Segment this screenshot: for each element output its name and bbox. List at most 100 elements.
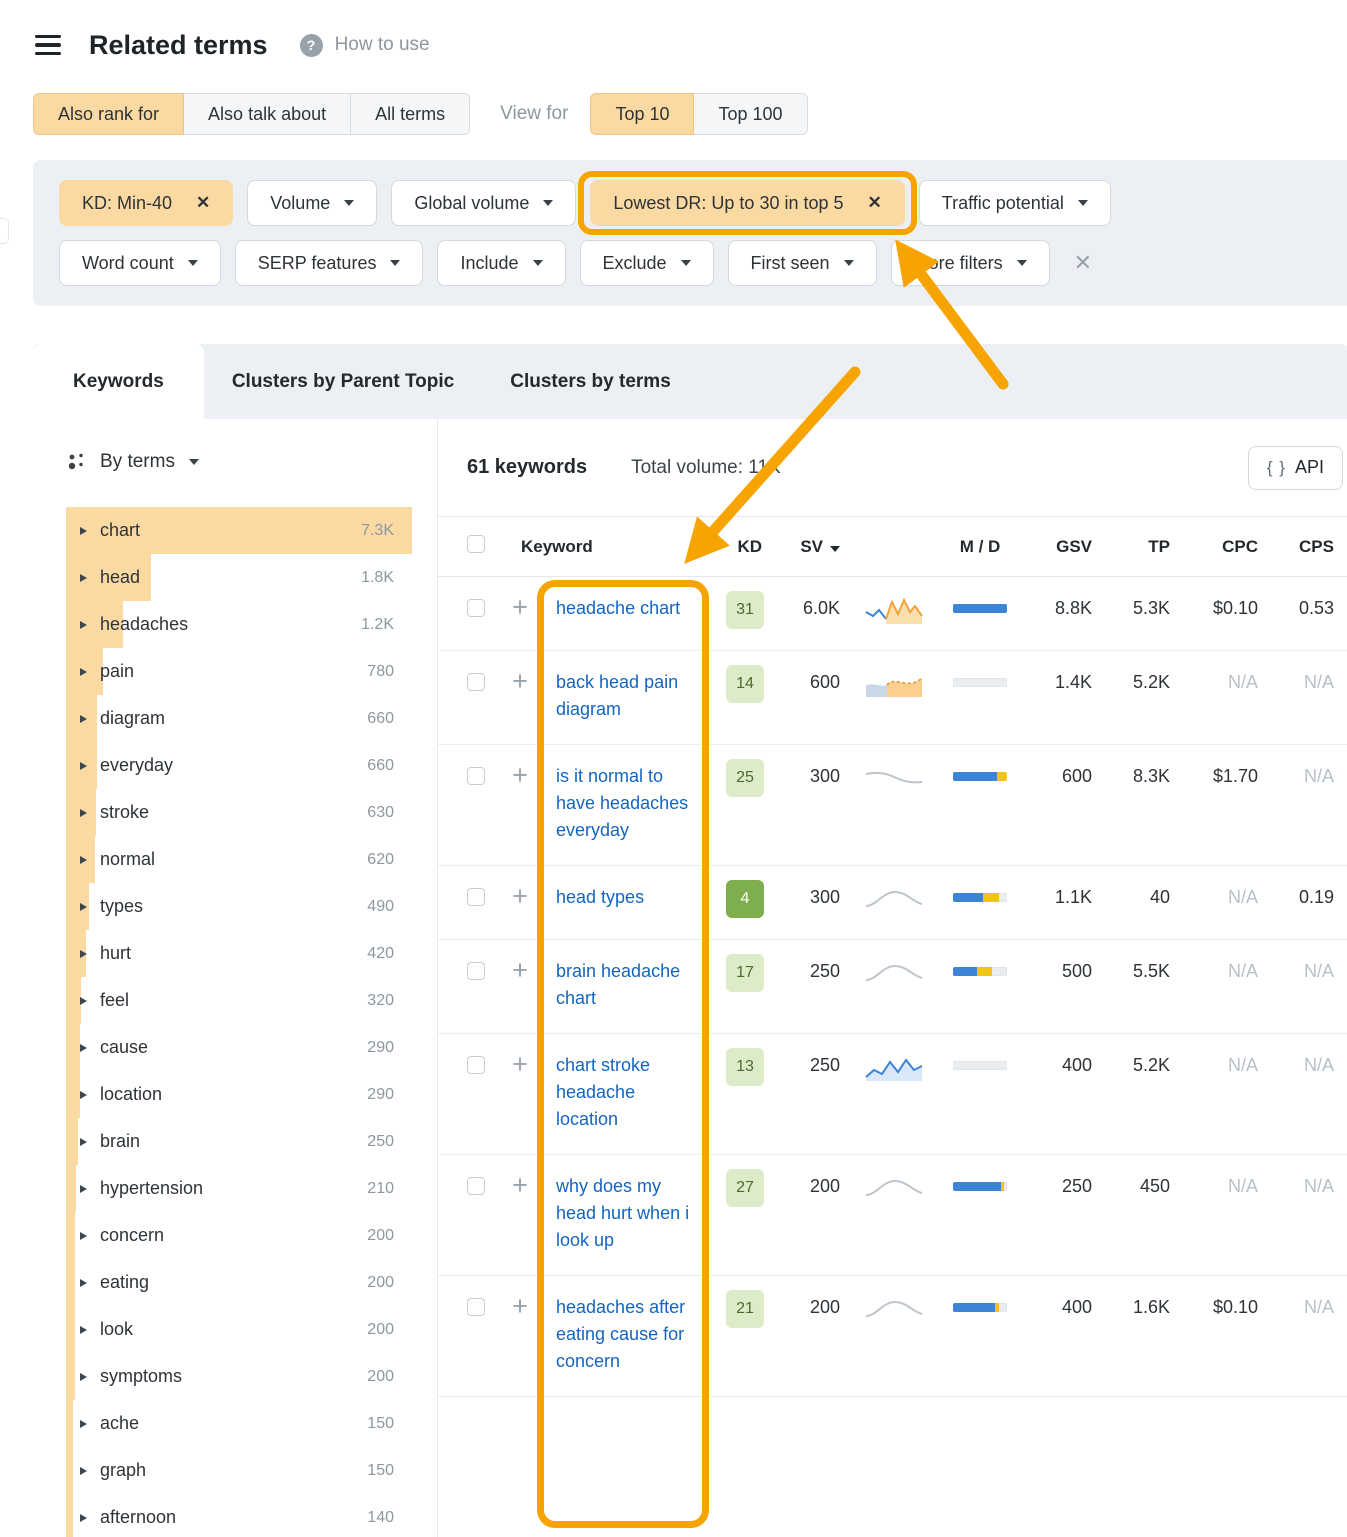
- collapsed-panel-handle[interactable]: [0, 218, 9, 244]
- global-search-volume: 250: [1020, 1173, 1100, 1200]
- term-row-eating[interactable]: eating200: [66, 1259, 412, 1306]
- filter-exclude[interactable]: Exclude: [580, 240, 714, 286]
- expand-icon[interactable]: [80, 621, 87, 629]
- top-tab-top-10[interactable]: Top 10: [590, 93, 694, 135]
- expand-icon[interactable]: [80, 1420, 87, 1428]
- term-row-headaches[interactable]: headaches1.2K: [66, 601, 412, 648]
- api-button[interactable]: { } API: [1248, 446, 1343, 490]
- expand-icon[interactable]: [80, 574, 87, 582]
- keyword-link[interactable]: headaches after eating cause for concern: [556, 1297, 685, 1371]
- term-row-brain[interactable]: brain250: [66, 1118, 412, 1165]
- keyword-link[interactable]: back head pain diagram: [556, 672, 678, 719]
- term-row-cause[interactable]: cause290: [66, 1024, 412, 1071]
- term-row-symptoms[interactable]: symptoms200: [66, 1353, 412, 1400]
- term-row-diagram[interactable]: diagram660: [66, 695, 412, 742]
- expand-icon[interactable]: [80, 668, 87, 676]
- add-keyword-icon[interactable]: +: [512, 669, 528, 693]
- expand-icon[interactable]: [80, 1467, 87, 1475]
- add-keyword-icon[interactable]: +: [512, 1294, 528, 1318]
- top-tab-top-100[interactable]: Top 100: [693, 93, 807, 135]
- tab-clusters-by-parent-topic[interactable]: Clusters by Parent Topic: [204, 344, 482, 419]
- term-row-graph[interactable]: graph150: [66, 1447, 412, 1494]
- term-row-hypertension[interactable]: hypertension210: [66, 1165, 412, 1212]
- expand-icon[interactable]: [80, 809, 87, 817]
- remove-filter-icon[interactable]: ✕: [868, 193, 882, 213]
- expand-icon[interactable]: [80, 527, 87, 535]
- term-row-afternoon[interactable]: afternoon140: [66, 1494, 412, 1537]
- help-label[interactable]: How to use: [335, 34, 430, 56]
- term-row-look[interactable]: look200: [66, 1306, 412, 1353]
- term-row-feel[interactable]: feel320: [66, 977, 412, 1024]
- filter-volume[interactable]: Volume: [247, 180, 377, 226]
- expand-icon[interactable]: [80, 950, 87, 958]
- term-row-types[interactable]: types490: [66, 883, 412, 930]
- term-row-hurt[interactable]: hurt420: [66, 930, 412, 977]
- group-by-control[interactable]: By terms: [66, 451, 437, 473]
- expand-icon[interactable]: [80, 1044, 87, 1052]
- add-keyword-icon[interactable]: +: [512, 763, 528, 787]
- keyword-link[interactable]: why does my head hurt when i look up: [556, 1176, 689, 1250]
- row-checkbox[interactable]: [467, 1056, 485, 1074]
- expand-icon[interactable]: [80, 1185, 87, 1193]
- menu-icon[interactable]: [35, 35, 61, 56]
- term-row-head[interactable]: head1.8K: [66, 554, 412, 601]
- row-checkbox[interactable]: [467, 1177, 485, 1195]
- row-checkbox[interactable]: [467, 1298, 485, 1316]
- expand-icon[interactable]: [80, 1091, 87, 1099]
- filter-more-filters[interactable]: More filters: [891, 240, 1050, 286]
- expand-icon[interactable]: [80, 762, 87, 770]
- tab-keywords[interactable]: Keywords: [33, 344, 204, 419]
- row-checkbox[interactable]: [467, 888, 485, 906]
- expand-icon[interactable]: [80, 1326, 87, 1334]
- add-keyword-icon[interactable]: +: [512, 884, 528, 908]
- expand-icon[interactable]: [80, 715, 87, 723]
- tab-clusters-by-terms[interactable]: Clusters by terms: [482, 344, 699, 419]
- scope-tab-also-rank-for[interactable]: Also rank for: [33, 93, 184, 135]
- term-row-chart[interactable]: chart7.3K: [66, 507, 412, 554]
- add-keyword-icon[interactable]: +: [512, 1173, 528, 1197]
- add-keyword-icon[interactable]: +: [512, 958, 528, 982]
- expand-icon[interactable]: [80, 903, 87, 911]
- filter-traffic-potential[interactable]: Traffic potential: [919, 180, 1111, 226]
- keyword-link[interactable]: head types: [556, 887, 644, 907]
- row-checkbox[interactable]: [467, 962, 485, 980]
- expand-icon[interactable]: [80, 1279, 87, 1287]
- filter-include[interactable]: Include: [437, 240, 565, 286]
- term-row-location[interactable]: location290: [66, 1071, 412, 1118]
- expand-icon[interactable]: [80, 1232, 87, 1240]
- term-row-ache[interactable]: ache150: [66, 1400, 412, 1447]
- filter-serp-features[interactable]: SERP features: [235, 240, 424, 286]
- row-checkbox[interactable]: [467, 767, 485, 785]
- add-keyword-icon[interactable]: +: [512, 595, 528, 619]
- add-keyword-icon[interactable]: +: [512, 1052, 528, 1076]
- filter-lowest-dr-up-to-30-in-top-5[interactable]: Lowest DR: Up to 30 in top 5✕: [590, 180, 904, 226]
- remove-filter-icon[interactable]: ✕: [196, 193, 210, 213]
- scope-tab-all-terms[interactable]: All terms: [350, 93, 470, 135]
- keyword-link[interactable]: is it normal to have headaches everyday: [556, 766, 688, 840]
- term-row-everyday[interactable]: everyday660: [66, 742, 412, 789]
- keyword-link[interactable]: brain headache chart: [556, 961, 680, 1008]
- row-checkbox[interactable]: [467, 599, 485, 617]
- filter-first-seen[interactable]: First seen: [728, 240, 877, 286]
- expand-icon[interactable]: [80, 856, 87, 864]
- keyword-link[interactable]: chart stroke headache location: [556, 1055, 650, 1129]
- term-row-normal[interactable]: normal620: [66, 836, 412, 883]
- scope-tab-also-talk-about[interactable]: Also talk about: [183, 93, 351, 135]
- term-row-concern[interactable]: concern200: [66, 1212, 412, 1259]
- filter-word-count[interactable]: Word count: [59, 240, 221, 286]
- expand-icon[interactable]: [80, 1514, 87, 1522]
- col-sv-sort[interactable]: SV: [768, 537, 848, 557]
- expand-icon[interactable]: [80, 997, 87, 1005]
- help-icon[interactable]: ?: [300, 34, 323, 57]
- row-checkbox[interactable]: [467, 673, 485, 691]
- select-all-checkbox[interactable]: [467, 535, 485, 553]
- term-row-pain[interactable]: pain780: [66, 648, 412, 695]
- expand-icon[interactable]: [80, 1138, 87, 1146]
- filter-global-volume[interactable]: Global volume: [391, 180, 576, 226]
- term-row-stroke[interactable]: stroke630: [66, 789, 412, 836]
- keyword-link[interactable]: headache chart: [556, 598, 680, 618]
- clear-filters-icon[interactable]: ✕: [1074, 250, 1092, 276]
- term-label: hurt: [100, 943, 131, 964]
- filter-kd-min-40[interactable]: KD: Min-40✕: [59, 180, 233, 226]
- expand-icon[interactable]: [80, 1373, 87, 1381]
